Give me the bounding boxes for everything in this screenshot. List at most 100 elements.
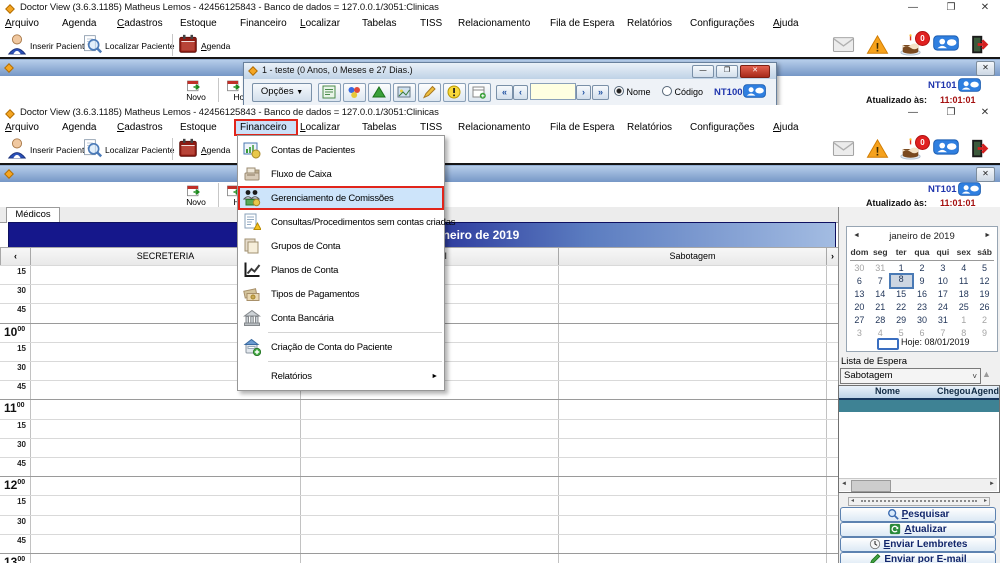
app-icon [4, 3, 16, 15]
menu-relacionamento[interactable]: Relacionamento [458, 18, 530, 29]
patient-search-input[interactable] [530, 83, 576, 100]
window-title: Doctor View (3.6.3.1185) Matheus Lemos -… [20, 2, 439, 13]
options-button[interactable]: Opções ▼ [252, 83, 312, 102]
menu-bar: Arquivo Agenda Cadastros Estoque Financeiro L… [0, 18, 1000, 33]
close-button[interactable]: ✕ [740, 65, 770, 78]
exit-icon[interactable] [968, 34, 991, 56]
menu-tabelas[interactable]: Tabelas [362, 18, 396, 29]
planos-icon [238, 261, 271, 279]
menu-arquivo[interactable]: Arquivo [5, 18, 39, 29]
menu-estoque[interactable]: Estoque [180, 18, 217, 29]
menu-item-criação-de-conta-do-paciente[interactable]: Criação de Conta do Paciente [238, 335, 444, 359]
contacts-icon[interactable] [933, 34, 959, 52]
radio-selected-icon [614, 86, 624, 96]
menu-item-gerenciamento-de-comissões[interactable]: Gerenciamento de Comissões [238, 186, 444, 210]
code-label: NT100 [714, 87, 743, 98]
novo-button[interactable]: Novo [176, 92, 216, 102]
menu-agenda[interactable]: Agenda [62, 18, 96, 29]
menu-separator [268, 332, 442, 333]
menu-item-label: Tipos de Pagamentos [271, 289, 359, 300]
menu-item-label: Grupos de Conta [271, 241, 340, 252]
maximize-button[interactable]: ❐ [938, 0, 964, 16]
radio-icon [662, 86, 672, 96]
menu-tiss[interactable]: TISS [420, 18, 442, 29]
menu-fila-de-espera[interactable]: Fila de Espera [550, 18, 614, 29]
patient-window-toolbar: Opções ▼ « ‹ › » Nome Código NT100 [244, 79, 776, 107]
radio-codigo[interactable]: Código [662, 86, 703, 97]
pencil-icon[interactable] [418, 83, 441, 102]
close-agenda-icon[interactable]: ✕ [976, 61, 995, 76]
photo-icon[interactable] [393, 83, 416, 102]
radio-nome-label: Nome [627, 87, 651, 97]
nav-first-button[interactable]: « [496, 85, 513, 100]
menu-separator [268, 361, 442, 362]
menu-item-fluxo-de-caixa[interactable]: Fluxo de Caixa [238, 162, 444, 186]
hoje-icon [226, 78, 241, 93]
contacts-icon[interactable] [958, 77, 981, 93]
menu-item-label: Fluxo de Caixa [271, 169, 332, 180]
menu-item-label: Relatórios [271, 371, 312, 382]
mail-icon[interactable] [832, 34, 855, 56]
menu-financeiro[interactable]: Financeiro [240, 18, 287, 29]
birthday-badge: 0 [915, 31, 930, 46]
radio-codigo-label: Código [675, 87, 704, 97]
patient-window-titlebar[interactable]: 1 - teste (0 Anos, 0 Meses e 27 Dias.) —… [244, 63, 776, 80]
caixa-icon [238, 165, 271, 183]
window-2-bg [0, 105, 1000, 563]
warning-icon[interactable]: ! [866, 34, 889, 56]
menu-configurações[interactable]: Configurações [690, 18, 754, 29]
banco-icon [238, 309, 271, 327]
nav-prev-button[interactable]: ‹ [513, 85, 528, 100]
restore-button[interactable]: ❐ [716, 65, 738, 78]
minimize-button[interactable]: — [692, 65, 714, 78]
comissoes-icon [238, 189, 271, 207]
svg-text:!: ! [876, 40, 880, 54]
agenda-window-icon [3, 62, 15, 74]
menu-item-label: Consultas/Procedimentos sem contas criad… [271, 217, 455, 228]
form-icon[interactable] [318, 83, 341, 102]
nav-last-button[interactable]: » [592, 85, 609, 100]
menu-item-conta-bancária[interactable]: Conta Bancária [238, 306, 444, 330]
shapes-icon[interactable] [343, 83, 366, 102]
menu-item-contas-de-pacientes[interactable]: Contas de Pacientes [238, 138, 444, 162]
updated-time: 11:01:01 [940, 95, 976, 105]
close-button[interactable]: ✕ [972, 0, 998, 16]
menu-item-label: Conta Bancária [271, 313, 334, 324]
chevron-down-icon: ▼ [296, 89, 303, 96]
menu-item-relatórios[interactable]: Relatórios ► [238, 364, 444, 388]
menu-localizar[interactable]: Localizar [300, 18, 340, 29]
grupos-icon [238, 237, 271, 255]
menu-item-label: Criação de Conta do Paciente [271, 342, 392, 353]
menu-item-planos-de-conta[interactable]: Planos de Conta [238, 258, 444, 282]
alert-icon[interactable] [443, 83, 466, 102]
updated-label: Atualizado às: [866, 95, 927, 105]
minimize-button[interactable]: — [900, 0, 926, 16]
menu-cadastros[interactable]: Cadastros [117, 18, 163, 29]
patient-window-icon [247, 65, 259, 77]
code-label: NT101 [928, 80, 957, 91]
triangle-icon[interactable] [368, 83, 391, 102]
divider [218, 78, 219, 102]
criacao-icon [238, 338, 271, 356]
financeiro-menu: Contas de Pacientes Fluxo de Caixa Gerenci… [237, 135, 445, 391]
radio-nome[interactable]: Nome [614, 86, 651, 97]
submenu-arrow-icon: ► [431, 373, 444, 380]
menu-item-grupos-de-conta[interactable]: Grupos de Conta [238, 234, 444, 258]
contacts-icon[interactable] [743, 83, 766, 99]
menu-item-label: Contas de Pacientes [271, 145, 355, 156]
pagamentos-icon [238, 285, 271, 303]
menu-item-consultas-procedimentos-sem-contas-criadas[interactable]: Consultas/Procedimentos sem contas criad… [238, 210, 444, 234]
cal-add-icon[interactable] [468, 83, 491, 102]
patient-window-title: 1 - teste (0 Anos, 0 Meses e 27 Dias.) [262, 65, 413, 75]
menu-relatórios[interactable]: Relatórios [627, 18, 672, 29]
menu-ajuda[interactable]: Ajuda [773, 18, 799, 29]
screen: Doctor View (3.6.3.1185) Matheus Lemos -… [0, 0, 1000, 563]
nav-next-button[interactable]: › [576, 85, 591, 100]
options-label: Opções [261, 86, 294, 97]
menu-item-label: Planos de Conta [271, 265, 338, 276]
status-icon-bar: !0 [0, 34, 1000, 58]
menu-item-tipos-de-pagamentos[interactable]: Tipos de Pagamentos [238, 282, 444, 306]
menu-item-label: Gerenciamento de Comissões [271, 193, 394, 204]
contas-icon [238, 141, 271, 159]
consultas-icon [238, 213, 271, 231]
